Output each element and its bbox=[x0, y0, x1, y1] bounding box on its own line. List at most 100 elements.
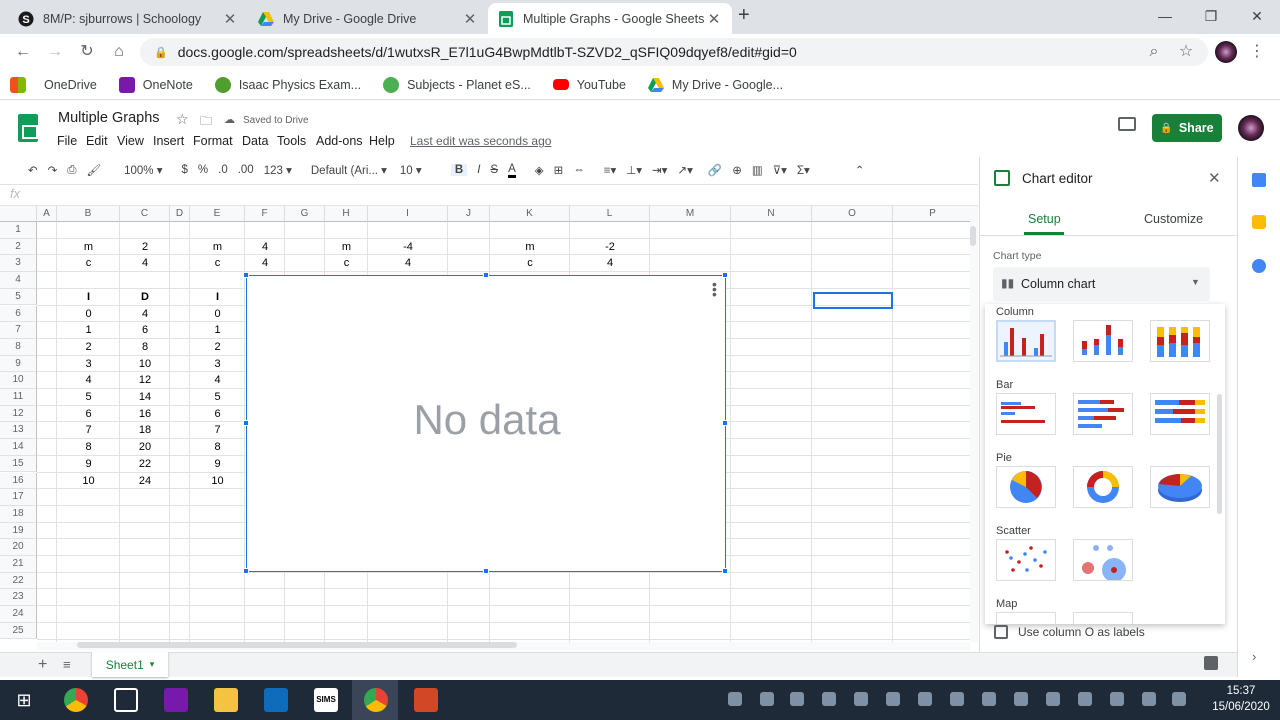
pie-chart-thumbnail[interactable] bbox=[996, 466, 1056, 508]
column-header-b[interactable]: B bbox=[57, 206, 120, 222]
all-sheets-icon[interactable]: ≡ bbox=[63, 657, 71, 672]
formula-bar[interactable] bbox=[0, 184, 978, 206]
increase-decimal-button[interactable]: .00 bbox=[238, 164, 254, 176]
column-header-l[interactable]: L bbox=[570, 206, 650, 222]
bookmark-apps[interactable] bbox=[10, 76, 34, 93]
functions-icon[interactable]: Σ▾ bbox=[797, 163, 810, 177]
scroll-thumb[interactable] bbox=[77, 642, 517, 648]
vertical-scrollbar[interactable] bbox=[970, 206, 978, 642]
minimize-icon[interactable]: — bbox=[1142, 4, 1188, 28]
tab-google-sheets[interactable]: Multiple Graphs - Google Sheets ✕ bbox=[488, 3, 732, 34]
cell-e16[interactable]: 10 bbox=[190, 473, 245, 490]
cell-c15[interactable]: 22 bbox=[120, 456, 170, 473]
bar-chart-thumbnail[interactable] bbox=[996, 393, 1056, 435]
column-header-a[interactable]: A bbox=[37, 206, 57, 222]
last-edit-link[interactable]: Last edit was seconds ago bbox=[410, 134, 551, 148]
cell-k2[interactable]: m bbox=[490, 239, 570, 256]
comments-icon[interactable] bbox=[1118, 117, 1136, 131]
row-header-6[interactable]: 6 bbox=[0, 305, 37, 323]
battery-icon[interactable] bbox=[1110, 692, 1124, 706]
wifi-icon[interactable] bbox=[1142, 692, 1156, 706]
resize-handle[interactable] bbox=[243, 568, 249, 574]
explore-icon[interactable] bbox=[1204, 656, 1218, 670]
volume-icon[interactable] bbox=[1172, 692, 1186, 706]
menu-format[interactable]: Format bbox=[193, 134, 233, 148]
add-sheet-button[interactable]: + bbox=[38, 656, 47, 674]
cell-b2[interactable]: m bbox=[57, 239, 120, 256]
filter-icon[interactable]: ⊽▾ bbox=[773, 163, 787, 177]
row-header-18[interactable]: 18 bbox=[0, 505, 37, 523]
stacked-column-chart-thumbnail[interactable] bbox=[1073, 320, 1133, 362]
bubble-chart-thumbnail[interactable] bbox=[1073, 539, 1133, 582]
menu-data[interactable]: Data bbox=[242, 134, 268, 148]
cell-b6[interactable]: 0 bbox=[57, 306, 120, 323]
menu-help[interactable]: Help bbox=[369, 134, 395, 148]
cell-c11[interactable]: 14 bbox=[120, 389, 170, 406]
strikethrough-button[interactable]: S bbox=[490, 164, 498, 176]
cell-b13[interactable]: 7 bbox=[57, 422, 120, 439]
gallery-scrollbar[interactable] bbox=[1217, 394, 1222, 514]
resize-handle[interactable] bbox=[722, 568, 728, 574]
100-stacked-bar-chart-thumbnail[interactable] bbox=[1150, 393, 1210, 435]
column-header-p[interactable]: P bbox=[893, 206, 970, 222]
new-tab-button[interactable]: + bbox=[738, 4, 750, 27]
chrome-taskbar-icon[interactable] bbox=[64, 688, 88, 712]
row-header-7[interactable]: 7 bbox=[0, 322, 37, 339]
chart-type-dropdown[interactable]: ▮▮ Column chart ▼ bbox=[993, 267, 1210, 301]
tab-google-drive[interactable]: My Drive - Google Drive ✕ bbox=[248, 3, 488, 34]
row-header-20[interactable]: 20 bbox=[0, 539, 37, 556]
display-icon[interactable] bbox=[1078, 692, 1092, 706]
onenote-taskbar-icon[interactable] bbox=[164, 688, 188, 712]
cell-i2[interactable]: -4 bbox=[368, 239, 448, 256]
column-chart-thumbnail[interactable] bbox=[996, 320, 1056, 362]
resize-handle[interactable] bbox=[722, 420, 728, 426]
column-header-e[interactable]: E bbox=[190, 206, 245, 222]
column-header-o[interactable]: O bbox=[812, 206, 893, 222]
row-header-10[interactable]: 10 bbox=[0, 372, 37, 389]
cell-b14[interactable]: 8 bbox=[57, 439, 120, 456]
redo-icon[interactable]: ↷ bbox=[48, 163, 58, 177]
horizontal-scrollbar[interactable] bbox=[37, 642, 970, 650]
row-header-5[interactable]: 5 bbox=[0, 288, 37, 306]
geo-chart-thumbnail[interactable] bbox=[996, 612, 1056, 624]
currency-format-button[interactable]: $ bbox=[181, 164, 187, 176]
cell-b8[interactable]: 2 bbox=[57, 339, 120, 356]
cell-c10[interactable]: 12 bbox=[120, 372, 170, 389]
use-column-checkbox-row[interactable]: Use column O as labels bbox=[994, 625, 1145, 639]
row-header-24[interactable]: 24 bbox=[0, 606, 37, 623]
zoom-search-icon[interactable]: ⌕ bbox=[1143, 42, 1165, 62]
menu-addons[interactable]: Add-ons bbox=[316, 134, 363, 148]
cell-e14[interactable]: 8 bbox=[190, 439, 245, 456]
spreadsheet-grid[interactable]: ABCDEFGHIJKLMNOP 1 2 3 4 5 6 7 8 9 10 11 12 13 14 15 16… bbox=[0, 206, 970, 642]
tab-customize[interactable]: Customize bbox=[1144, 212, 1203, 226]
chart-menu-icon[interactable]: • • • bbox=[712, 277, 717, 301]
italic-button[interactable]: I bbox=[477, 164, 480, 176]
cell-f3[interactable]: 4 bbox=[245, 255, 285, 272]
doughnut-chart-thumbnail[interactable] bbox=[1073, 466, 1133, 508]
row-header-1[interactable]: 1 bbox=[0, 222, 37, 239]
tab-setup[interactable]: Setup bbox=[1028, 212, 1061, 226]
menu-tools[interactable]: Tools bbox=[277, 134, 306, 148]
cell-e5[interactable]: I bbox=[190, 289, 245, 306]
column-header-m[interactable]: M bbox=[650, 206, 731, 222]
resize-handle[interactable] bbox=[243, 272, 249, 278]
cell-e6[interactable]: 0 bbox=[190, 306, 245, 323]
bluetooth-icon[interactable] bbox=[822, 692, 836, 706]
back-icon[interactable]: ← bbox=[12, 42, 34, 62]
column-header-j[interactable]: J bbox=[448, 206, 490, 222]
document-title[interactable]: Multiple Graphs bbox=[58, 110, 160, 126]
zoom-select[interactable]: 100% ▾ bbox=[124, 163, 162, 177]
3d-pie-chart-thumbnail[interactable] bbox=[1150, 466, 1210, 508]
sheet-tab-menu-icon[interactable]: ▾ bbox=[150, 659, 155, 670]
cell-c12[interactable]: 16 bbox=[120, 406, 170, 423]
column-header-k[interactable]: K bbox=[490, 206, 570, 222]
fill-color-icon[interactable]: ◈ bbox=[535, 163, 544, 177]
column-header-d[interactable]: D bbox=[170, 206, 190, 222]
close-tab-icon[interactable]: ✕ bbox=[222, 10, 238, 28]
cell-b5[interactable]: I bbox=[57, 289, 120, 306]
cell-c16[interactable]: 24 bbox=[120, 473, 170, 490]
menu-view[interactable]: View bbox=[117, 134, 144, 148]
cell-i3[interactable]: 4 bbox=[368, 255, 448, 272]
cell-e11[interactable]: 5 bbox=[190, 389, 245, 406]
menu-edit[interactable]: Edit bbox=[86, 134, 108, 148]
